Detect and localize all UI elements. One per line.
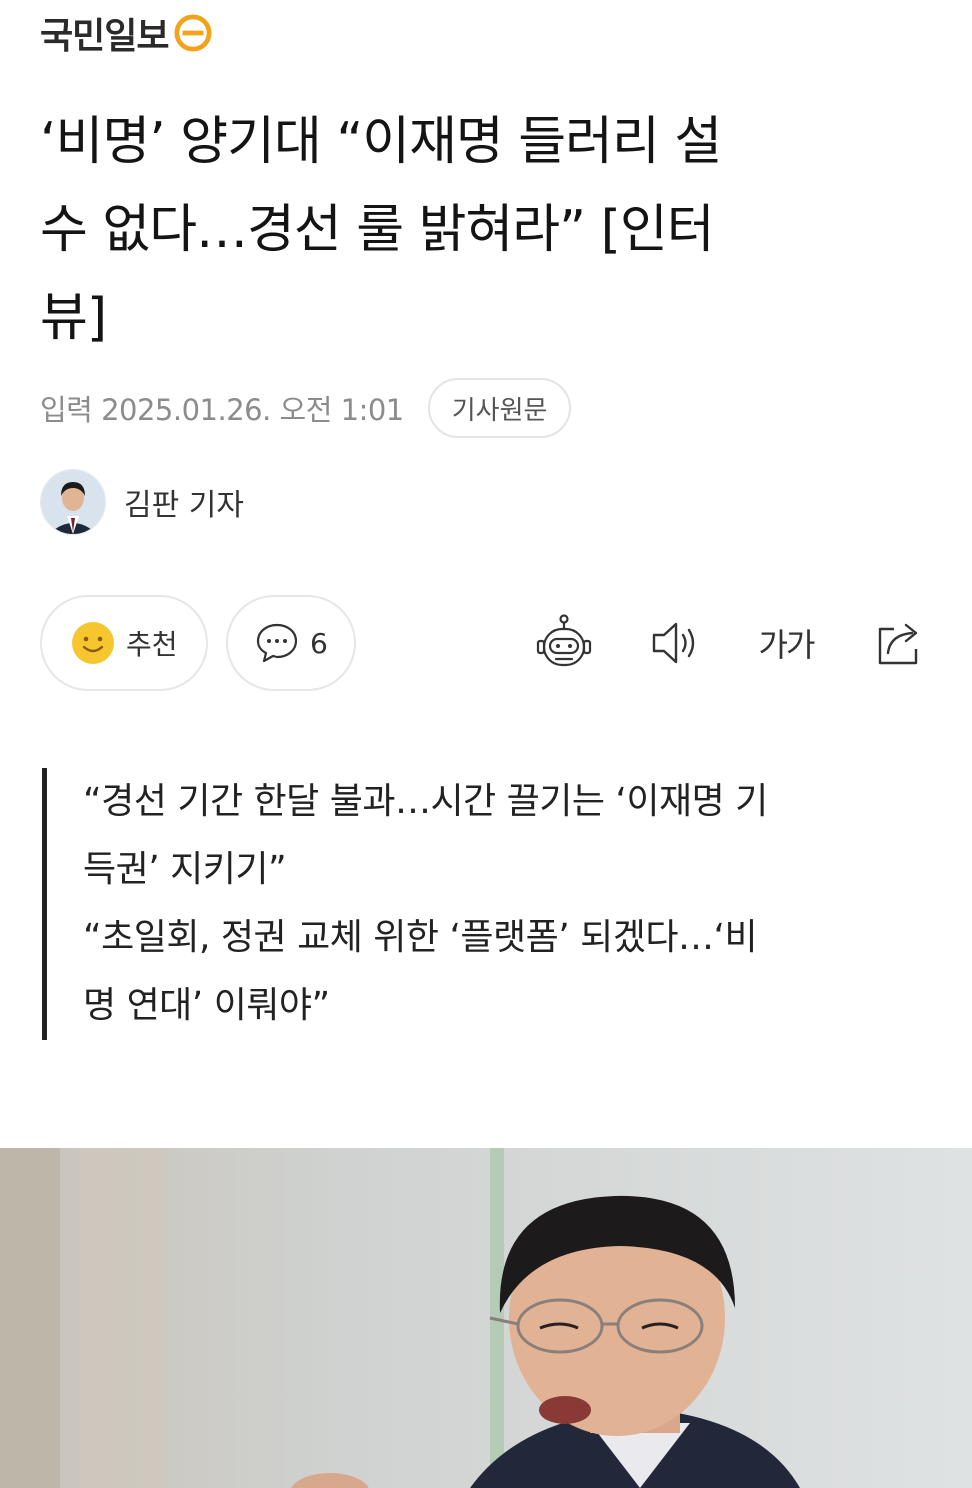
logo-mark-icon	[174, 14, 213, 52]
article-headline: ‘비명’ 양기대 “이재명 들러리 설 수 없다…경선 룰 밝혀라” [인터 뷰…	[40, 98, 940, 362]
author-avatar[interactable]	[40, 469, 106, 535]
smiley-icon	[72, 622, 114, 664]
share-button[interactable]	[866, 609, 934, 677]
share-icon	[878, 623, 918, 665]
headline-line: 뷰]	[40, 288, 107, 348]
logo-text: 국민일보	[40, 16, 169, 57]
recommend-label: 추천	[126, 628, 178, 661]
author-name: 김판 기자	[124, 488, 244, 523]
author-info[interactable]: 김판 기자	[40, 469, 244, 535]
publisher-logo[interactable]: 국민일보	[40, 8, 213, 58]
article-photo[interactable]	[0, 1148, 972, 1488]
published-timestamp: 입력 2025.01.26. 오전 1:01	[40, 393, 404, 427]
original-article-button[interactable]: 기사원문	[427, 378, 572, 438]
robot-icon	[536, 614, 592, 667]
summary-line: 득권’ 지키기”	[83, 849, 287, 890]
speech-bubble-icon	[256, 623, 298, 663]
article-action-bar: 추천 6 가가	[40, 595, 932, 691]
article-summary-quotes: “경선 기간 한달 불과…시간 끌기는 ‘이재명 기 득권’ 지키기” “초일회…	[42, 768, 953, 1040]
ai-summary-button[interactable]	[530, 609, 598, 677]
summary-line: “초일회, 정권 교체 위한 ‘플랫폼’ 되겠다…‘비	[83, 917, 758, 958]
summary-line: “경선 기간 한달 불과…시간 끌기는 ‘이재명 기	[83, 781, 768, 822]
headline-line: 수 없다…경선 룰 밝혀라” [인터	[40, 200, 715, 260]
comment-count: 6	[310, 626, 328, 660]
font-size-icon: 가가	[758, 626, 816, 664]
recommend-button[interactable]: 추천	[40, 595, 208, 691]
comments-button[interactable]: 6	[226, 595, 356, 691]
summary-line: 명 연대’ 이뤄야”	[83, 985, 330, 1026]
article-meta: 입력 2025.01.26. 오전 1:01 기사원문	[40, 378, 572, 438]
font-size-button[interactable]: 가가	[752, 609, 820, 677]
headline-line: ‘비명’ 양기대 “이재명 들러리 설	[40, 112, 722, 172]
speaker-icon	[652, 622, 695, 664]
listen-button[interactable]	[640, 609, 708, 677]
